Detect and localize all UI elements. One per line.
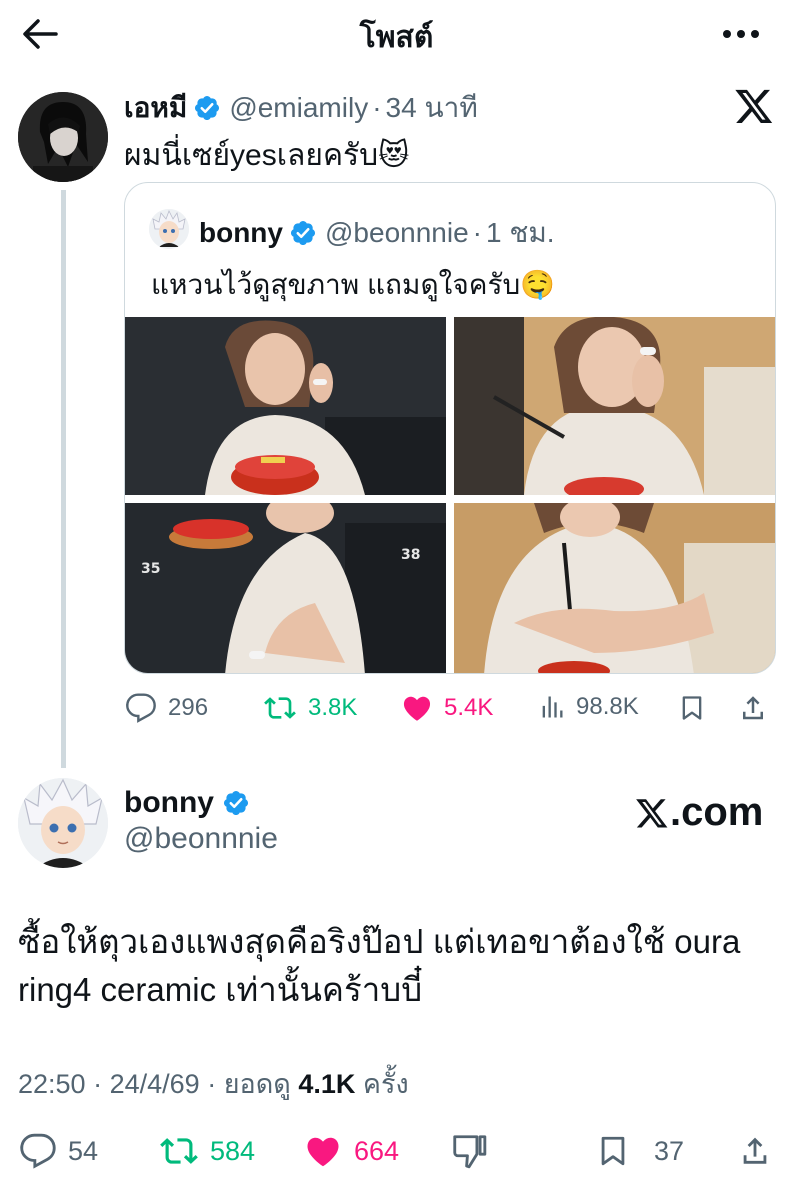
analytics-icon (542, 696, 563, 718)
more-dots-icon (723, 30, 759, 38)
separator-dot: · (93, 1069, 103, 1099)
quoted-post-text: แหวนไว้ดูสุขภาพ แถมดูใจครับ🤤 (151, 269, 556, 300)
quoted-post-actions: 296 3.8K 5.4K 98.8K (124, 688, 776, 728)
like-button[interactable]: 5.4K (400, 692, 493, 724)
repost-count: 584 (210, 1135, 256, 1166)
quoted-author-avatar[interactable] (149, 209, 189, 249)
media-photo-1[interactable] (125, 317, 446, 495)
views-suffix: ครั้ง (362, 1069, 409, 1099)
post-metadata: 22:50 · 24/4/69 · ยอดดู 4.1K ครั้ง (18, 1062, 409, 1105)
share-icon (743, 1137, 767, 1164)
bookmark-button[interactable]: 37 (596, 1132, 684, 1170)
repost-button[interactable]: 3.8K (262, 692, 357, 724)
reply-button[interactable]: 54 (18, 1132, 98, 1170)
xcom-brand: .com (634, 790, 763, 835)
like-count: 5.4K (444, 694, 494, 721)
avatar-image (149, 209, 189, 249)
heart-filled-icon (403, 696, 431, 721)
main-author-name[interactable]: bonny (124, 786, 214, 820)
share-icon (743, 696, 763, 720)
author-avatar[interactable] (18, 92, 108, 182)
page-title: โพสต์ (359, 21, 434, 54)
bookmark-icon (682, 696, 702, 720)
quoted-author-header: bonny @beonnnie · 1 ชม. (199, 211, 555, 255)
share-button[interactable] (738, 1132, 782, 1170)
separator-dot: · (372, 92, 382, 123)
repost-icon (160, 1138, 198, 1164)
bookmark-icon (601, 1136, 625, 1166)
photo-image (454, 317, 775, 495)
reply-count: 54 (68, 1135, 99, 1166)
reply-icon (20, 1133, 56, 1169)
quoted-author-name[interactable]: bonny (199, 217, 283, 249)
dislike-button[interactable] (450, 1132, 498, 1170)
separator-dot: · (472, 217, 482, 248)
main-author-avatar[interactable] (18, 778, 108, 868)
bookmark-count: 37 (654, 1135, 685, 1166)
repost-icon (264, 697, 296, 719)
separator-dot: · (207, 1069, 217, 1099)
main-author-name-row: bonny (124, 786, 250, 820)
thumbs-down-icon (453, 1135, 487, 1169)
post-time[interactable]: 34 นาที (386, 86, 478, 130)
quoted-post-time[interactable]: 1 ชม. (486, 211, 555, 255)
post-date[interactable]: 24/4/69 (110, 1069, 200, 1099)
media-photo-4[interactable] (454, 503, 775, 673)
photo-image (454, 503, 775, 673)
avatar-image (18, 92, 108, 182)
main-post-text: ซื้อให้ตุวเองแพงสุดคือริงป๊อป แต่เทอขาต้… (18, 923, 741, 1008)
views-count: 98.8K (576, 693, 639, 720)
bookmark-button[interactable] (678, 692, 716, 724)
like-count: 664 (354, 1135, 400, 1166)
x-logo-icon (636, 798, 668, 827)
verified-badge-icon (289, 219, 317, 247)
photo-image (125, 317, 446, 495)
main-author-handle[interactable]: @beonnnie (124, 822, 278, 856)
post-time[interactable]: 22:50 (18, 1069, 86, 1099)
top-bar: โพสต์ (0, 0, 793, 72)
repost-button[interactable]: 584 (158, 1132, 255, 1170)
avatar-image (18, 778, 108, 868)
thread-connector (61, 190, 66, 768)
like-button[interactable]: 664 (302, 1132, 399, 1170)
main-post-actions: 54 584 664 37 (18, 1128, 778, 1174)
brand-domain: .com (670, 790, 764, 834)
author-handle[interactable]: @emiamily (229, 92, 368, 124)
share-button[interactable] (738, 692, 778, 724)
photo-image: 35 38 (125, 503, 446, 673)
author-header: เอหมี @emiamily · 34 นาที (124, 86, 478, 130)
media-photo-2[interactable] (454, 317, 775, 495)
heart-filled-icon (307, 1137, 339, 1167)
views-button[interactable]: 98.8K (538, 692, 639, 722)
author-name[interactable]: เอหมี (124, 86, 187, 130)
media-photo-3[interactable]: 35 38 (125, 503, 446, 673)
quoted-post-card[interactable]: bonny @beonnnie · 1 ชม. แหวนไว้ดูสุขภาพ … (124, 182, 776, 674)
svg-text:35: 35 (141, 561, 160, 577)
views-label: ยอดดู (223, 1069, 291, 1099)
more-options-button[interactable] (719, 14, 763, 54)
quoted-author-handle[interactable]: @beonnnie (325, 217, 469, 249)
repost-count: 3.8K (308, 694, 358, 721)
views-count[interactable]: 4.1K (298, 1069, 355, 1099)
verified-badge-icon (222, 789, 250, 817)
post-text: ผมนี่เซย์yesเลยครับ😻 (124, 139, 410, 172)
svg-text:38: 38 (401, 547, 420, 563)
verified-badge-icon (193, 94, 221, 122)
reply-icon (126, 693, 156, 723)
reply-button[interactable]: 296 (124, 692, 208, 724)
reply-count: 296 (168, 694, 209, 721)
x-logo-icon[interactable] (733, 86, 775, 126)
